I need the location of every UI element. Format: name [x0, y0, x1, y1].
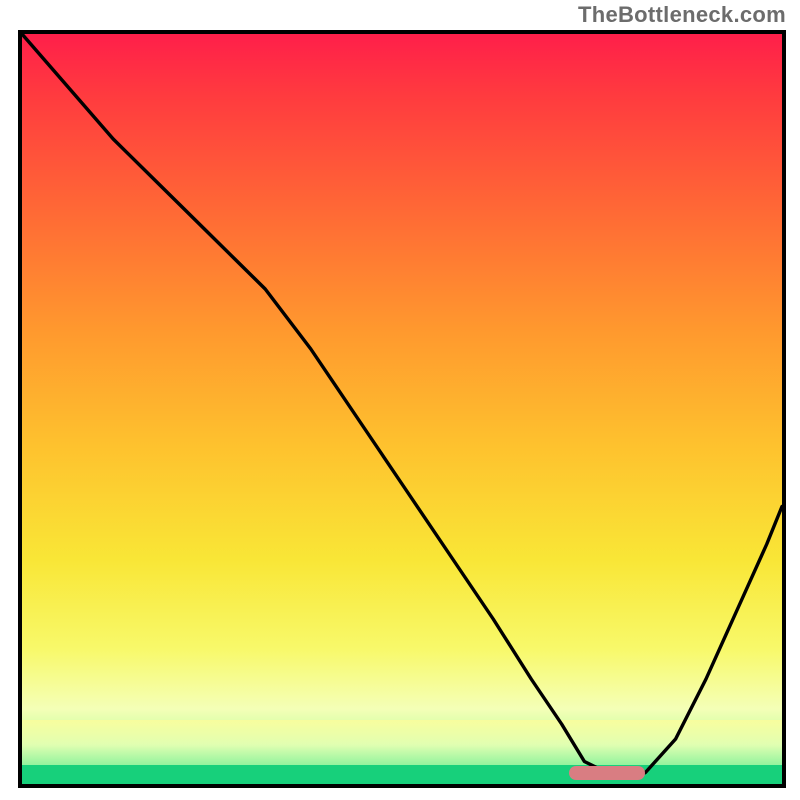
plot-area	[18, 30, 786, 788]
optimal-range-marker	[569, 766, 645, 780]
chart-frame: TheBottleneck.com	[0, 0, 800, 800]
curve-svg	[22, 34, 782, 784]
watermark-text: TheBottleneck.com	[578, 2, 786, 28]
bottleneck-curve-path	[22, 34, 782, 773]
